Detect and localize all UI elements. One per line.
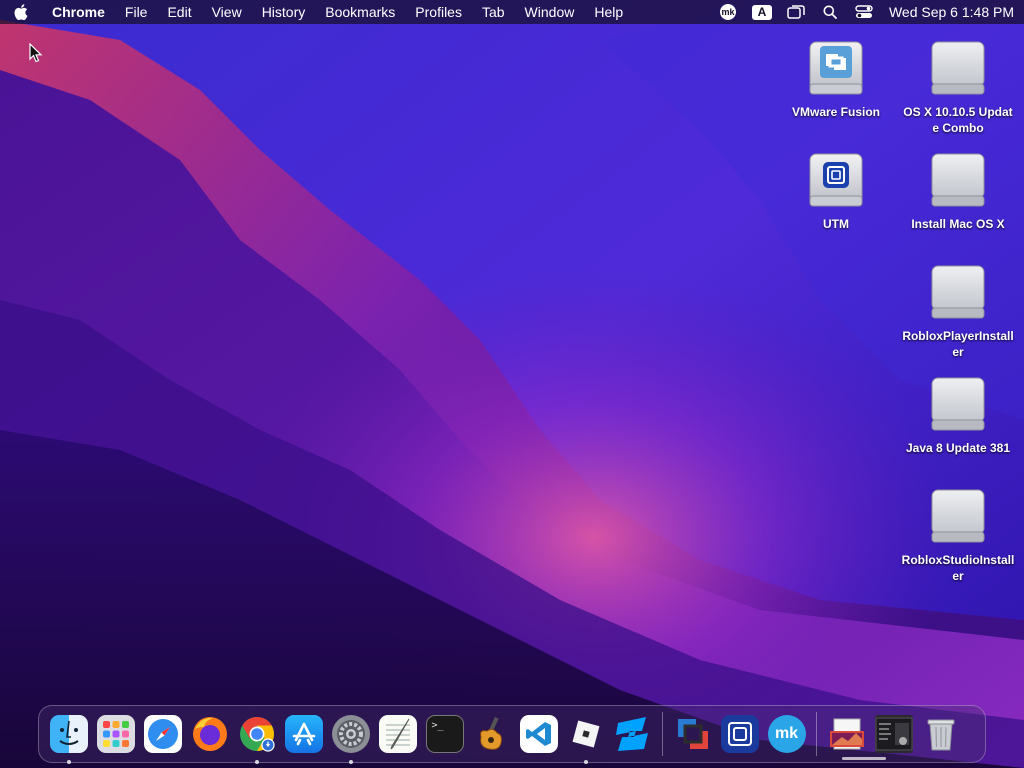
desktop-icon-label: RobloxStudioInstaller [901, 553, 1015, 583]
dock-item-mk-app[interactable]: mk [763, 708, 810, 760]
dock-item-preview-document[interactable] [823, 708, 870, 760]
app-store-icon [284, 715, 323, 753]
dock-item-vscode[interactable] [515, 708, 562, 760]
dock-separator [662, 712, 663, 756]
menu-profiles[interactable]: Profiles [405, 0, 472, 24]
dock-item-chrome[interactable] [233, 708, 280, 764]
menu-file[interactable]: File [115, 0, 158, 24]
vmware-fusion-icon [674, 715, 712, 753]
utm-disk-icon [806, 148, 866, 210]
desktop-icon-label: Install Mac OS X [911, 217, 1005, 231]
mouse-cursor-icon [29, 43, 43, 63]
desktop-icon-label: VMware Fusion [791, 105, 880, 119]
roblox-studio-icon [614, 715, 652, 753]
desktop-icon-label: RobloxPlayerInstaller [902, 329, 1014, 359]
mk-app-icon: mk [767, 715, 806, 753]
menu-window[interactable]: Window [515, 0, 585, 24]
disk-image-icon [928, 148, 988, 210]
spotlight-icon[interactable] [813, 0, 847, 24]
menu-tab[interactable]: Tab [472, 0, 515, 24]
desktop-icon-label: Java 8 Update 381 [905, 441, 1011, 455]
running-indicator [348, 760, 353, 764]
dock-item-roblox-studio[interactable] [609, 708, 656, 760]
dock-item-garageband[interactable] [468, 708, 515, 760]
dock: >_ mk [38, 705, 986, 764]
vscode-icon [519, 715, 558, 753]
garageband-icon [473, 715, 511, 753]
firefox-icon [191, 715, 229, 753]
desktop-icon-roblox-player-installer[interactable]: RobloxPlayerInstaller [898, 260, 1018, 360]
disk-image-icon [928, 260, 988, 322]
desktop-icon-label: UTM [823, 217, 849, 231]
desktop-icon-os-x-update-combo[interactable]: OS X 10.10.5 Update Combo [898, 36, 1018, 136]
running-indicator [583, 760, 588, 764]
desktop-icon-roblox-studio-installer[interactable]: RobloxStudioInstaller [898, 484, 1018, 584]
desktop-icon-vmware-fusion[interactable]: VMware Fusion [776, 36, 896, 120]
chrome-icon [238, 715, 276, 753]
menu-bar-clock[interactable]: Wed Sep 6 1:48 PM [881, 4, 1014, 20]
window-icon[interactable] [779, 0, 813, 24]
dock-item-vmware-fusion[interactable] [669, 708, 716, 760]
menu-bar: Chrome File Edit View History Bookmarks … [0, 0, 1024, 24]
terminal-icon: >_ [425, 715, 464, 753]
menu-view[interactable]: View [202, 0, 252, 24]
dock-scroll-indicator [842, 757, 886, 760]
safari-icon [143, 715, 182, 753]
apple-menu-icon[interactable] [14, 4, 40, 20]
launchpad-icon [96, 715, 135, 753]
menu-bar-status: mk A Wed Sep 6 1:48 PM [711, 0, 1014, 24]
screenshot-thumbnail-icon [874, 715, 913, 753]
mk-app-text: mk [774, 725, 799, 742]
input-source-letter: A [751, 4, 772, 20]
menu-app-name[interactable]: Chrome [40, 0, 115, 24]
roblox-icon [567, 715, 605, 753]
dock-item-trash[interactable] [917, 708, 964, 760]
menu-help[interactable]: Help [584, 0, 633, 24]
running-indicator [66, 760, 71, 764]
system-settings-icon [331, 715, 370, 753]
dock-item-launchpad[interactable] [92, 708, 139, 760]
desktop-icon-java-8-update[interactable]: Java 8 Update 381 [898, 372, 1018, 456]
preview-document-icon [828, 715, 866, 753]
desktop-icon-label: OS X 10.10.5 Update Combo [903, 105, 1013, 135]
dock-item-textedit[interactable] [374, 708, 421, 760]
dock-item-screenshot-thumbnail[interactable] [870, 708, 917, 760]
mk-icon[interactable]: mk [711, 0, 745, 24]
menu-edit[interactable]: Edit [157, 0, 201, 24]
trash-icon [922, 715, 960, 753]
input-source-icon[interactable]: A [745, 0, 779, 24]
desktop-icon-utm[interactable]: UTM [776, 148, 896, 232]
utm-icon [720, 715, 759, 753]
menu-bookmarks[interactable]: Bookmarks [315, 0, 405, 24]
vmware-disk-icon [806, 36, 866, 98]
dock-item-system-settings[interactable] [327, 708, 374, 764]
disk-image-icon [928, 372, 988, 434]
running-indicator [254, 760, 259, 764]
disk-image-icon [928, 484, 988, 546]
finder-icon [49, 715, 88, 753]
terminal-prompt: >_ [431, 720, 444, 731]
dock-item-finder[interactable] [45, 708, 92, 764]
dock-item-app-store[interactable] [280, 708, 327, 760]
dock-item-firefox[interactable] [186, 708, 233, 760]
menu-history[interactable]: History [252, 0, 316, 24]
disk-image-icon [928, 36, 988, 98]
desktop-icon-install-mac-os-x[interactable]: Install Mac OS X [898, 148, 1018, 232]
dock-item-roblox[interactable] [562, 708, 609, 764]
dock-item-utm[interactable] [716, 708, 763, 760]
menu-bar-left: Chrome File Edit View History Bookmarks … [14, 0, 711, 24]
dock-separator [816, 712, 817, 756]
mk-icon-text: mk [719, 4, 736, 20]
dock-item-safari[interactable] [139, 708, 186, 760]
control-center-icon[interactable] [847, 0, 881, 24]
textedit-icon [378, 715, 417, 753]
dock-item-terminal[interactable]: >_ [421, 708, 468, 760]
